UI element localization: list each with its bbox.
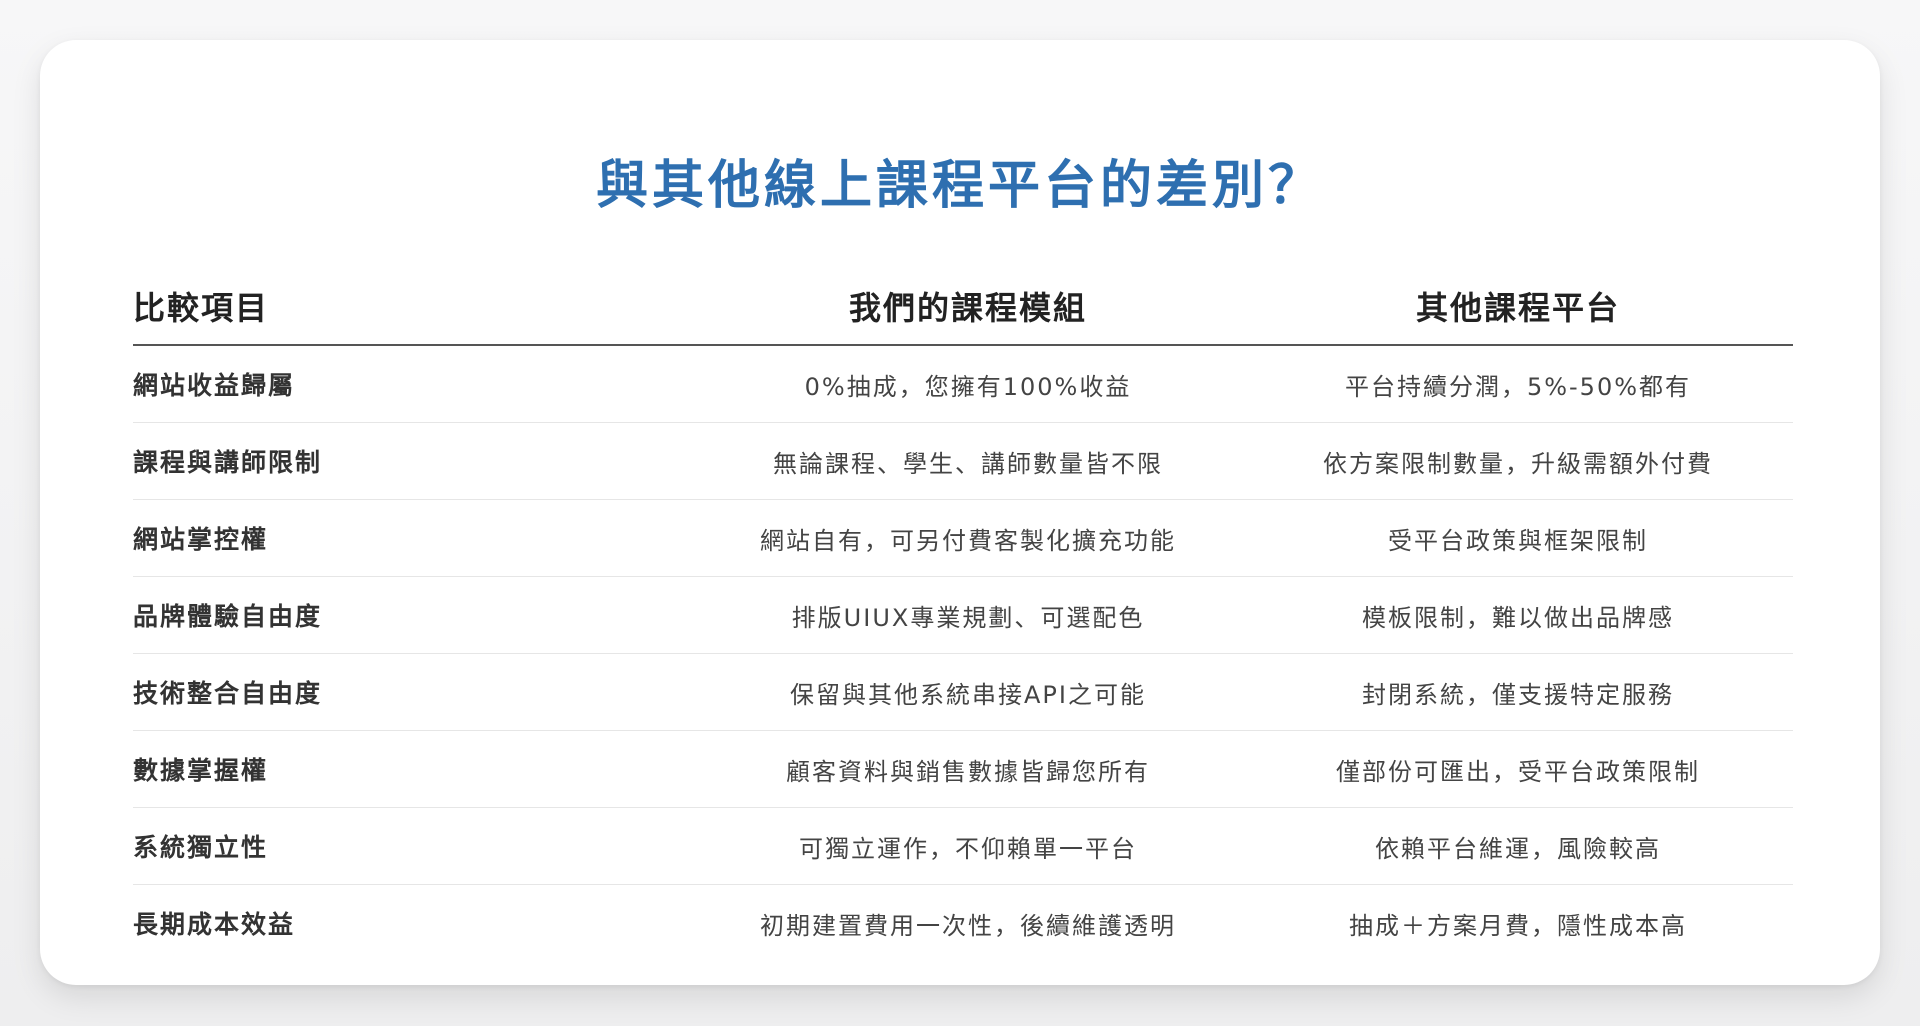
table-row: 網站掌控權 網站自有，可另付費客製化擴充功能 受平台政策與框架限制 xyxy=(133,500,1793,577)
other-platform-cell: 依賴平台維運，風險較高 xyxy=(1375,834,1661,863)
header-comparison-item: 比較項目 xyxy=(133,289,270,327)
our-module-cell: 初期建置費用一次性，後續維護透明 xyxy=(760,911,1176,940)
our-module-cell: 保留與其他系統串接API之可能 xyxy=(790,680,1146,709)
table-row: 數據掌握權 顧客資料與銷售數據皆歸您所有 僅部份可匯出，受平台政策限制 xyxy=(133,731,1793,808)
row-label: 數據掌握權 xyxy=(133,756,269,785)
table-row: 技術整合自由度 保留與其他系統串接API之可能 封閉系統，僅支援特定服務 xyxy=(133,654,1793,731)
table-header-row: 比較項目 我們的課程模組 其他課程平台 xyxy=(133,268,1793,346)
our-module-cell: 網站自有，可另付費客製化擴充功能 xyxy=(760,526,1176,555)
other-platform-cell: 平台持續分潤，5%-50%都有 xyxy=(1344,372,1692,401)
table-body: 網站收益歸屬 0%抽成，您擁有100%收益 平台持續分潤，5%-50%都有 課程… xyxy=(133,346,1793,961)
row-label: 課程與講師限制 xyxy=(133,448,323,477)
other-platform-cell: 依方案限制數量，升級需額外付費 xyxy=(1323,449,1713,478)
other-platform-cell: 受平台政策與框架限制 xyxy=(1388,526,1648,555)
other-platform-cell: 僅部份可匯出，受平台政策限制 xyxy=(1336,757,1700,786)
our-module-cell: 無論課程、學生、講師數量皆不限 xyxy=(773,449,1163,478)
our-module-cell: 排版UIUX專業規劃、可選配色 xyxy=(791,603,1145,632)
row-label: 網站收益歸屬 xyxy=(133,371,296,400)
row-label: 系統獨立性 xyxy=(133,833,269,862)
table-row: 長期成本效益 初期建置費用一次性，後續維護透明 抽成＋方案月費，隱性成本高 xyxy=(133,885,1793,961)
other-platform-cell: 模板限制，難以做出品牌感 xyxy=(1362,603,1674,632)
table-row: 品牌體驗自由度 排版UIUX專業規劃、可選配色 模板限制，難以做出品牌感 xyxy=(133,577,1793,654)
page-title: 與其他線上課程平台的差別？ xyxy=(595,156,1324,216)
other-platform-cell: 抽成＋方案月費，隱性成本高 xyxy=(1349,911,1687,940)
row-label: 網站掌控權 xyxy=(133,525,269,554)
comparison-table: 比較項目 我們的課程模組 其他課程平台 網站收益歸屬 0%抽成，您擁有100%收… xyxy=(133,268,1793,961)
table-row: 系統獨立性 可獨立運作，不仰賴單一平台 依賴平台維運，風險較高 xyxy=(133,808,1793,885)
our-module-cell: 可獨立運作，不仰賴單一平台 xyxy=(799,834,1137,863)
other-platform-cell: 封閉系統，僅支援特定服務 xyxy=(1362,680,1674,709)
table-row: 網站收益歸屬 0%抽成，您擁有100%收益 平台持續分潤，5%-50%都有 xyxy=(133,346,1793,423)
row-label: 長期成本效益 xyxy=(133,910,296,939)
header-our-module: 我們的課程模組 xyxy=(848,289,1087,327)
table-row: 課程與講師限制 無論課程、學生、講師數量皆不限 依方案限制數量，升級需額外付費 xyxy=(133,423,1793,500)
header-other-platforms: 其他課程平台 xyxy=(1415,289,1620,327)
our-module-cell: 0%抽成，您擁有100%收益 xyxy=(804,372,1132,401)
row-label: 品牌體驗自由度 xyxy=(133,602,323,631)
row-label: 技術整合自由度 xyxy=(133,679,323,708)
comparison-card: 與其他線上課程平台的差別？ 比較項目 我們的課程模組 其他課程平台 網站收益歸屬… xyxy=(40,40,1880,985)
our-module-cell: 顧客資料與銷售數據皆歸您所有 xyxy=(786,757,1150,786)
